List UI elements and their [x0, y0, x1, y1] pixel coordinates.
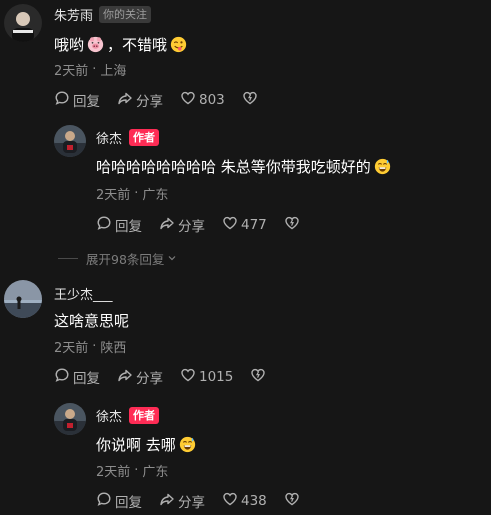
- reply-icon: [96, 215, 115, 235]
- share-button[interactable]: 分享: [117, 90, 163, 110]
- reply-label: 回复: [115, 219, 142, 235]
- reply-text: 哈哈哈哈哈哈哈哈 朱总等你带我吃顿好的: [96, 156, 391, 177]
- following-badge: 你的关注: [99, 6, 152, 23]
- reply-icon: [96, 491, 115, 511]
- heart-icon: [222, 491, 241, 511]
- like-button[interactable]: 803: [180, 90, 225, 110]
- share-label: 分享: [136, 94, 163, 110]
- comment-text-part: 哦哟: [54, 36, 85, 54]
- like-button[interactable]: 438: [222, 491, 267, 511]
- comment-username[interactable]: 王少杰___: [54, 284, 113, 303]
- reply-text: 你说啊 去哪: [96, 434, 196, 455]
- separator-dot: ·: [92, 62, 97, 77]
- like-count: 477: [241, 217, 267, 233]
- comment-text: 这啥意思呢: [54, 310, 129, 331]
- comment-location: 陕西: [100, 341, 127, 356]
- share-icon: [159, 491, 178, 511]
- reply-button[interactable]: 回复: [54, 90, 100, 110]
- reply-button[interactable]: 回复: [54, 367, 100, 387]
- reply-username[interactable]: 徐杰: [96, 406, 122, 425]
- reply-date: 2天前: [96, 188, 131, 203]
- comment-text-part: ，不错哦: [107, 36, 168, 54]
- dislike-button[interactable]: [284, 215, 300, 235]
- share-icon: [159, 215, 178, 235]
- reply-text-part: 你说啊 去哪: [96, 436, 176, 454]
- dislike-icon: [284, 491, 300, 511]
- expand-replies-label: 展开98条回复: [86, 252, 165, 267]
- avatar-wangshaojie[interactable]: [4, 280, 42, 318]
- separator-dot: ·: [92, 339, 97, 354]
- like-button[interactable]: 1015: [180, 367, 233, 387]
- share-icon: [117, 367, 136, 387]
- author-badge: 作者: [129, 407, 160, 424]
- dislike-icon: [250, 367, 266, 387]
- reply-label: 回复: [73, 94, 100, 110]
- dislike-icon: [284, 215, 300, 235]
- heart-icon: [180, 90, 199, 110]
- reply-location: 广东: [142, 188, 169, 203]
- share-label: 分享: [178, 219, 205, 235]
- like-count: 438: [241, 493, 267, 509]
- like-button[interactable]: 477: [222, 215, 267, 235]
- comment-date: 2天前: [54, 64, 89, 79]
- separator-dot: ·: [134, 463, 139, 478]
- heart-icon: [222, 215, 241, 235]
- chevron-down-icon: [164, 251, 177, 266]
- avatar-zhufangyu[interactable]: [4, 4, 42, 42]
- tongue-emoji-icon: [170, 36, 187, 53]
- reply-button[interactable]: 回复: [96, 491, 142, 511]
- avatar-xujie[interactable]: [54, 403, 86, 435]
- comment-text-part: 这啥意思呢: [54, 312, 130, 330]
- share-button[interactable]: 分享: [117, 367, 163, 387]
- author-badge: 作者: [129, 129, 160, 146]
- share-icon: [117, 90, 136, 110]
- reply-date: 2天前: [96, 465, 131, 480]
- avatar-xujie[interactable]: [54, 125, 86, 157]
- reply-icon: [54, 90, 73, 110]
- like-count: 1015: [199, 369, 234, 385]
- dislike-button[interactable]: [284, 491, 300, 511]
- dislike-button[interactable]: [242, 90, 258, 110]
- sweat-emoji-icon: [374, 158, 391, 175]
- share-label: 分享: [136, 371, 163, 387]
- comment-text: 哦哟 ，不错哦: [54, 34, 187, 55]
- reply-label: 回复: [115, 495, 142, 511]
- share-button[interactable]: 分享: [159, 215, 205, 235]
- share-label: 分享: [178, 495, 205, 511]
- reply-label: 回复: [73, 371, 100, 387]
- dislike-icon: [242, 90, 258, 110]
- sweat-emoji-icon: [179, 436, 196, 453]
- share-button[interactable]: 分享: [159, 491, 205, 511]
- comment-date: 2天前: [54, 341, 89, 356]
- reply-text-part: 哈哈哈哈哈哈哈哈 朱总等你带我吃顿好的: [96, 158, 371, 176]
- divider: [58, 258, 78, 259]
- pig-emoji-icon: [87, 36, 104, 53]
- reply-button[interactable]: 回复: [96, 215, 142, 235]
- reply-username[interactable]: 徐杰: [96, 128, 122, 147]
- expand-replies-button[interactable]: 展开98条回复: [58, 249, 177, 268]
- like-count: 803: [199, 92, 225, 108]
- comment-location: 上海: [100, 64, 127, 79]
- dislike-button[interactable]: [250, 367, 266, 387]
- separator-dot: ·: [134, 186, 139, 201]
- heart-icon: [180, 367, 199, 387]
- reply-location: 广东: [142, 465, 169, 480]
- comment-username[interactable]: 朱芳雨: [54, 5, 93, 24]
- reply-icon: [54, 367, 73, 387]
